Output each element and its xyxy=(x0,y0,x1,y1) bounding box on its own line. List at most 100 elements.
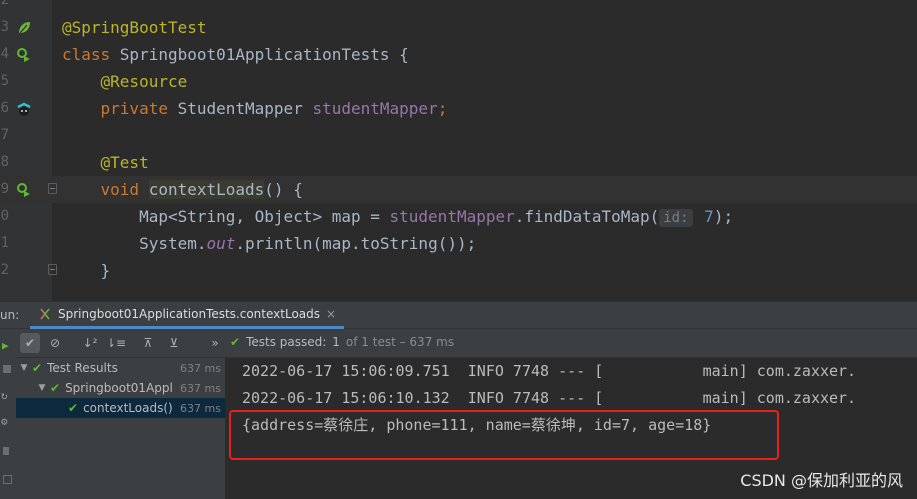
semicolon: ; xyxy=(437,99,448,118)
collapse-all-button[interactable]: ⊻ xyxy=(164,333,184,353)
run-test-class-icon[interactable] xyxy=(16,47,32,63)
line-number: 4 xyxy=(0,46,9,62)
line-number: 0 xyxy=(0,208,9,224)
code-line[interactable]: 4 class Springboot01ApplicationTests { xyxy=(0,41,917,68)
sort-az-icon: ↓² xyxy=(82,336,98,350)
code-line-current[interactable]: 9 void contextLoads() { xyxy=(0,176,917,203)
settings-icon[interactable]: ⚙ xyxy=(1,415,8,428)
tree-item-duration: 637 ms xyxy=(180,361,221,375)
class-declaration: Springboot01ApplicationTests { xyxy=(119,45,409,64)
code-line[interactable]: 2 } xyxy=(0,257,917,284)
line-number: 2 xyxy=(0,0,9,8)
spring-bean-icon[interactable] xyxy=(16,20,32,36)
field-reference: studentMapper xyxy=(389,207,515,226)
run-test-method-icon[interactable] xyxy=(16,182,32,198)
fold-marker[interactable] xyxy=(48,183,57,194)
run-tab-label: Springboot01ApplicationTests.contextLoad… xyxy=(58,307,321,321)
code-line[interactable]: 0 Map<String, Object> map = studentMappe… xyxy=(0,203,917,230)
run-side-toolbar: ▶ ↻ ⚙ xyxy=(0,329,16,499)
mybatis-mapper-icon[interactable] xyxy=(16,101,32,117)
console-log-line: 2022-06-17 15:06:10.132 INFO 7748 --- [ … xyxy=(242,389,857,407)
code-segment: System. xyxy=(139,234,207,253)
passed-icon: ✔ xyxy=(50,381,61,395)
chevron-down-icon[interactable]: ▼ xyxy=(36,383,48,393)
type-name: StudentMapper xyxy=(177,99,313,118)
stop-icon[interactable] xyxy=(3,365,11,373)
code-line[interactable]: 3 @SpringBootTest xyxy=(0,14,917,41)
passed-check-icon: ✔ xyxy=(230,335,241,349)
show-passed-button[interactable]: ✔ xyxy=(20,333,40,353)
watermark: CSDN @保加利亚的风 xyxy=(740,471,903,490)
annotation-springboottest: @SpringBootTest xyxy=(62,18,207,37)
rerun-icon[interactable]: ▶ xyxy=(2,339,9,352)
parameter-hint: id: xyxy=(659,209,693,227)
line-number: 1 xyxy=(0,235,9,251)
line-number: 6 xyxy=(0,100,9,116)
run-toolwindow-header: un: Springboot01ApplicationTests.context… xyxy=(0,301,917,329)
line-number: 2 xyxy=(0,262,9,278)
line-number: 7 xyxy=(0,127,9,143)
code-line[interactable]: 2 xyxy=(0,0,917,14)
junit-config-icon xyxy=(40,308,50,320)
keyword-private: private xyxy=(100,99,178,118)
layout-icon[interactable] xyxy=(3,475,12,484)
tests-passed-count: 1 xyxy=(332,335,340,349)
more-actions-button[interactable]: » xyxy=(205,333,225,353)
fold-marker[interactable] xyxy=(48,264,57,275)
method-signature: () { xyxy=(264,180,303,199)
code-segment: .println(map.toString()); xyxy=(235,234,477,253)
collapse-all-icon: ⊻ xyxy=(169,336,179,350)
expand-all-icon: ⊼ xyxy=(143,336,153,350)
chevron-down-icon[interactable]: ▼ xyxy=(18,363,30,373)
show-ignored-button[interactable]: ⊘ xyxy=(45,333,65,353)
tree-item-label: contextLoads() xyxy=(83,401,173,415)
passed-icon: ✔ xyxy=(68,401,79,415)
test-status: ✔ Tests passed: 1 of 1 test – 637 ms xyxy=(230,335,454,349)
forbidden-icon: ⊘ xyxy=(49,336,61,350)
tree-item-duration: 637 ms xyxy=(180,401,221,415)
check-icon: ✔ xyxy=(24,336,36,350)
annotation-test: @Test xyxy=(100,153,149,172)
rerun-failed-icon[interactable]: ↻ xyxy=(1,389,8,402)
tests-passed-label: Tests passed: xyxy=(246,335,327,349)
tree-item-label: Springboot01Appl xyxy=(65,381,173,395)
sort-alphabetically-button[interactable]: ↓² xyxy=(80,333,100,353)
code-segment: .findDataToMap( xyxy=(514,207,660,226)
pin-icon[interactable] xyxy=(3,447,9,455)
line-number: 3 xyxy=(0,19,9,35)
test-results-tree[interactable]: ▼ ✔ Test Results 637 ms ▼ ✔ Springboot01… xyxy=(16,358,225,499)
annotation-resource: @Resource xyxy=(100,72,188,91)
tree-item-test-method[interactable]: ✔ contextLoads() 637 ms xyxy=(16,398,225,418)
tree-item-duration: 637 ms xyxy=(180,381,221,395)
tests-total-duration: of 1 test – 637 ms xyxy=(345,335,455,349)
number-literal: 7 xyxy=(694,207,714,226)
passed-icon: ✔ xyxy=(32,361,43,375)
close-tab-icon[interactable]: × xyxy=(326,307,336,321)
method-name: contextLoads xyxy=(148,180,265,199)
keyword-void: void xyxy=(100,180,149,199)
sort-by-duration-button[interactable]: ⇂≡ xyxy=(106,333,126,353)
expand-all-button[interactable]: ⊼ xyxy=(138,333,158,353)
tree-item-label: Test Results xyxy=(47,361,118,375)
run-tab[interactable]: Springboot01ApplicationTests.contextLoad… xyxy=(30,302,345,329)
sort-duration-icon: ⇂≡ xyxy=(105,336,127,350)
tree-item-test-results[interactable]: ▼ ✔ Test Results 637 ms xyxy=(16,358,225,378)
code-line[interactable]: 6 private StudentMapper studentMapper; xyxy=(0,95,917,122)
test-toolbar: ✔ ⊘ ↓² ⇂≡ ⊼ ⊻ » ✔ Tests passed: 1 of 1 t… xyxy=(0,329,917,358)
code-line[interactable]: 7 xyxy=(0,122,917,149)
chevron-double-right-icon: » xyxy=(211,336,219,350)
line-number: 5 xyxy=(0,73,9,89)
code-line[interactable]: 1 System.out.println(map.toString()); xyxy=(0,230,917,257)
tree-item-test-class[interactable]: ▼ ✔ Springboot01Appl 637 ms xyxy=(16,378,225,398)
code-line[interactable]: 8 @Test xyxy=(0,149,917,176)
code-editor[interactable]: 2 3 @SpringBootTest 4 class Springboot01… xyxy=(0,0,917,301)
highlight-box xyxy=(229,410,779,460)
line-number: 8 xyxy=(0,154,9,170)
keyword-class: class xyxy=(62,45,120,64)
console-log-line: 2022-06-17 15:06:09.751 INFO 7748 --- [ … xyxy=(242,362,857,380)
code-segment: ); xyxy=(713,207,734,226)
line-number: 9 xyxy=(0,181,9,197)
run-label: un: xyxy=(0,308,20,322)
code-line[interactable]: 5 @Resource xyxy=(0,68,917,95)
field-name: studentMapper xyxy=(312,99,438,118)
